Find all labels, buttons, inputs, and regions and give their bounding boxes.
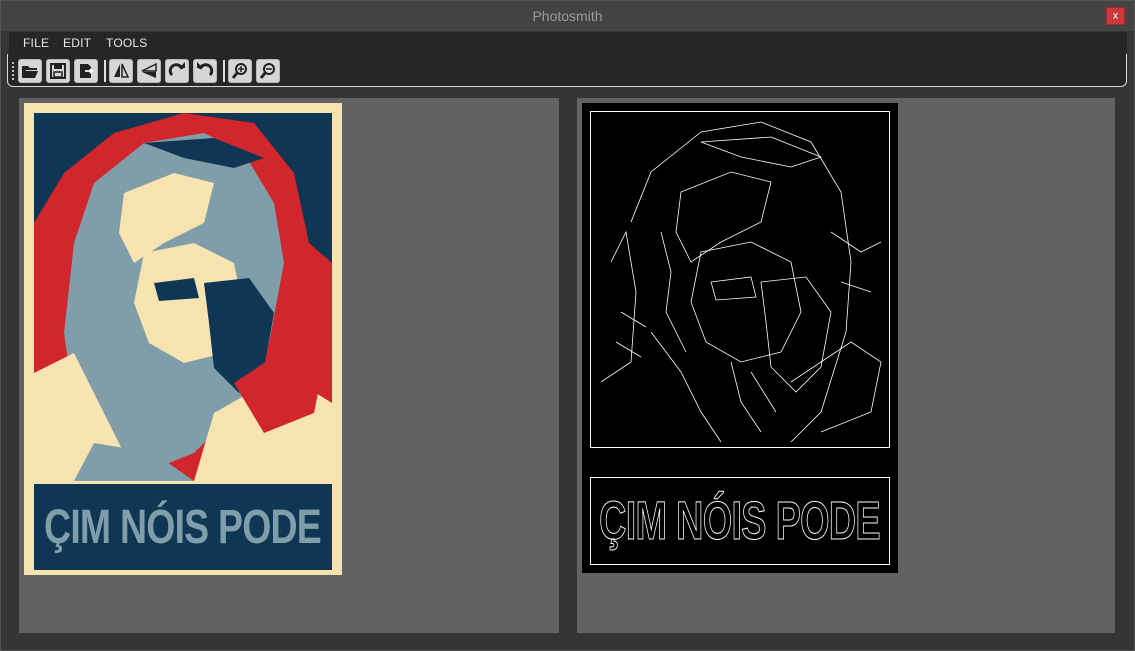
original-image: ÇIM NÓIS PODE — [24, 103, 342, 575]
poster-portrait — [34, 113, 332, 481]
edge-detected-image: ÇIM NÓIS PODE — [582, 103, 898, 573]
open-folder-icon — [22, 66, 38, 78]
toolbar-grip[interactable] — [12, 62, 15, 80]
zoom-in-icon — [231, 63, 247, 79]
save-button[interactable] — [46, 59, 70, 83]
flip-vertical-button[interactable] — [137, 59, 161, 83]
processed-image-panel[interactable]: ÇIM NÓIS PODE — [577, 98, 1115, 633]
edge-portrait — [590, 111, 890, 448]
export-icon — [80, 64, 95, 78]
close-button[interactable]: x — [1106, 7, 1125, 25]
rotate-left-icon — [197, 62, 214, 77]
poster-caption: ÇIM NÓIS PODE — [44, 500, 323, 554]
edge-caption-box: ÇIM NÓIS PODE — [590, 477, 890, 565]
flip-horizontal-icon — [114, 63, 130, 78]
edge-caption: ÇIM NÓIS PODE — [599, 491, 881, 552]
zoom-in-button[interactable] — [228, 59, 252, 83]
zoom-out-icon — [259, 63, 275, 79]
toolbar — [7, 54, 1127, 87]
save-icon — [50, 63, 66, 79]
export-button[interactable] — [74, 59, 98, 83]
rotate-right-icon — [168, 62, 185, 77]
flip-horizontal-button[interactable] — [109, 59, 133, 83]
title-bar[interactable]: Photosmith x — [1, 1, 1134, 31]
flip-vertical-icon — [141, 62, 157, 78]
window-title: Photosmith — [532, 8, 603, 24]
menu-tools[interactable]: TOOLS — [106, 36, 147, 50]
rotate-right-button[interactable] — [165, 59, 189, 83]
open-button[interactable] — [18, 59, 42, 83]
menu-edit[interactable]: EDIT — [63, 36, 91, 50]
menu-bar: FILE EDIT TOOLS — [9, 32, 1127, 54]
rotate-left-button[interactable] — [193, 59, 217, 83]
menu-file[interactable]: FILE — [23, 36, 49, 50]
poster-caption-box: ÇIM NÓIS PODE — [34, 484, 332, 570]
app-window: Photosmith x FILE EDIT TOOLS ÇIM NÓIS PO… — [0, 0, 1135, 651]
toolbar-separator — [104, 60, 106, 82]
original-image-panel[interactable]: ÇIM NÓIS PODE — [19, 98, 559, 633]
toolbar-separator — [223, 60, 225, 82]
zoom-out-button[interactable] — [256, 59, 280, 83]
